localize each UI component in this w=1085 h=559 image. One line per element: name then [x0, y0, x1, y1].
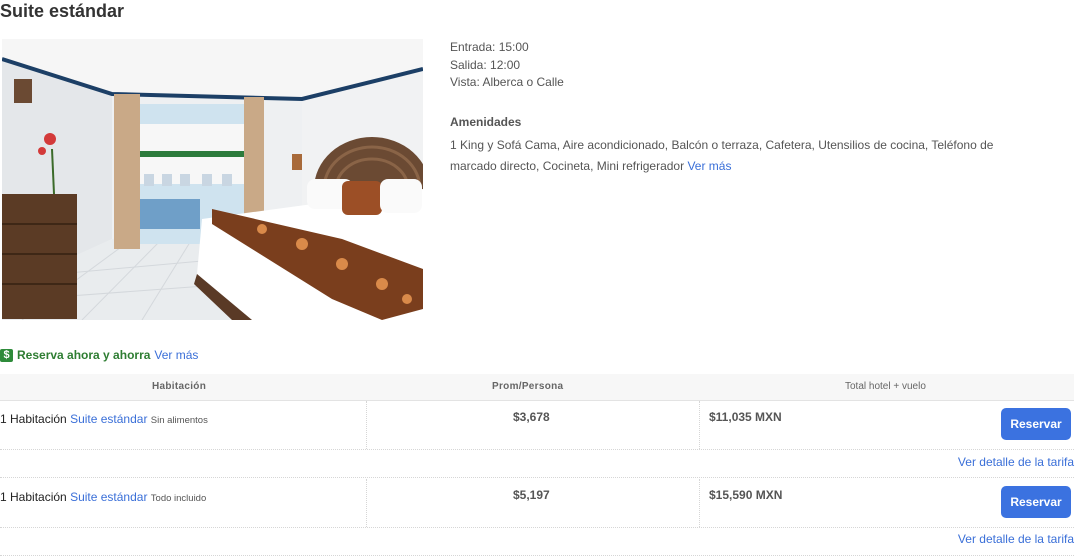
total-price: $15,590 MXN	[709, 488, 783, 502]
header-room: Habitación	[152, 381, 207, 392]
checkout-time: Salida: 12:00	[450, 57, 521, 72]
room-cell: 1 Habitación Suite estándar Sin alimento…	[0, 412, 208, 426]
amenities-title: Amenidades	[450, 114, 522, 129]
rates-table-header: Habitación Prom/Persona Total hotel + vu…	[0, 374, 1074, 401]
rate-detail-link[interactable]: Ver detalle de la tarifa	[958, 455, 1074, 469]
room-details: Entrada: 15:00 Salida: 12:00 Vista: Albe…	[450, 39, 1070, 177]
header-per-person: Prom/Persona	[492, 381, 564, 392]
room-type-link[interactable]: Suite estándar	[70, 412, 147, 426]
promo-text: Reserva ahora y ahorra	[17, 348, 151, 362]
meal-plan: Todo incluido	[150, 493, 207, 504]
promo-more-link[interactable]: Ver más	[154, 348, 198, 362]
room-photo[interactable]	[2, 39, 423, 320]
column-divider	[366, 479, 367, 527]
meal-plan: Sin alimentos	[150, 415, 208, 426]
total-price: $11,035 MXN	[709, 410, 782, 424]
column-divider	[699, 479, 700, 527]
table-row: 1 Habitación Suite estándar Sin alimento…	[0, 401, 1074, 450]
column-divider	[366, 401, 367, 449]
rate-detail-link[interactable]: Ver detalle de la tarifa	[958, 532, 1074, 546]
price-per-person: $3,678	[513, 410, 550, 424]
dollar-icon: $	[0, 348, 13, 362]
room-cell: 1 Habitación Suite estándar Todo incluid…	[0, 490, 206, 504]
reserve-button[interactable]: Reservar	[1001, 408, 1071, 440]
row-separator	[0, 555, 1074, 556]
price-per-person: $5,197	[513, 488, 550, 502]
column-divider	[699, 401, 700, 449]
room-count: 1 Habitación	[0, 490, 67, 504]
checkin-time: Entrada: 15:00	[450, 40, 529, 54]
reserve-button[interactable]: Reservar	[1001, 486, 1071, 518]
header-total: Total hotel + vuelo	[845, 381, 926, 392]
room-type-link[interactable]: Suite estándar	[70, 490, 147, 504]
room-count: 1 Habitación	[0, 412, 67, 426]
amenities-more-link[interactable]: Ver más	[687, 159, 731, 173]
room-view: Vista: Alberca o Calle	[450, 75, 564, 89]
table-row: 1 Habitación Suite estándar Todo incluid…	[0, 479, 1074, 528]
room-title: Suite estándar	[0, 1, 125, 21]
promo-banner: $ Reserva ahora y ahorra Ver más	[0, 348, 198, 362]
row-separator	[0, 477, 1074, 478]
amenities-list: 1 King y Sofá Cama, Aire acondicionado, …	[450, 135, 1030, 177]
